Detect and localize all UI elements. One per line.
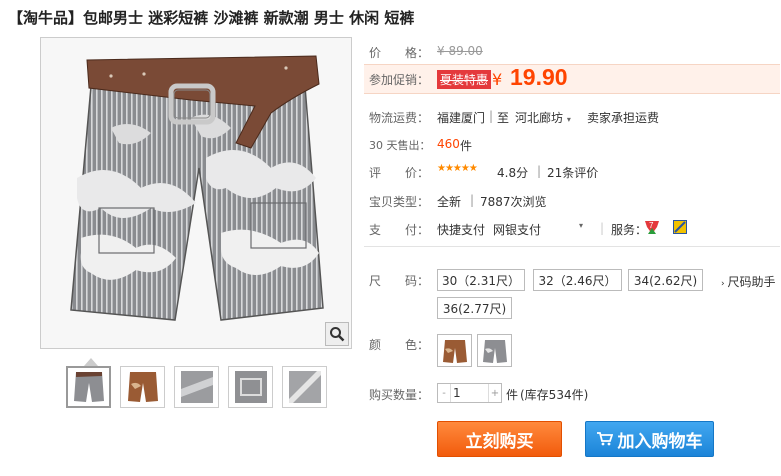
- color-option-brown[interactable]: [437, 334, 472, 367]
- stock-count: (库存534件): [520, 388, 589, 402]
- size-option-36[interactable]: 36(2.77尺): [437, 297, 512, 319]
- quantity-input[interactable]: 1: [453, 386, 461, 400]
- payment-label: 支 付：: [369, 223, 430, 237]
- rating-stars-icon: ★★★★★: [437, 163, 478, 174]
- add-to-cart-button[interactable]: 加入购物车: [585, 421, 714, 457]
- quantity-decrease-button[interactable]: -: [438, 384, 451, 402]
- color-label: 颜 色：: [369, 338, 430, 352]
- brown-shorts-swatch: [442, 339, 467, 363]
- guarantee-icon[interactable]: [673, 220, 687, 237]
- shipping-separator: |: [489, 109, 494, 123]
- thumbnail-detail-1[interactable]: [174, 366, 219, 408]
- rating-reviews-link[interactable]: 21条评价: [547, 164, 598, 181]
- thumbnail-detail-2[interactable]: [228, 366, 273, 408]
- quantity-label: 购买数量：: [369, 388, 430, 402]
- sales-label: 30 天售出：: [369, 139, 431, 152]
- promo-badge: 夏装特惠: [437, 70, 492, 89]
- type-separator: |: [470, 193, 475, 207]
- size-helper-link[interactable]: › 尺码助手: [721, 273, 775, 290]
- payment-dropdown-icon[interactable]: ▾: [579, 221, 583, 230]
- thumbnail-brown-shorts[interactable]: [120, 366, 165, 408]
- thumbnail-strip: [66, 366, 327, 408]
- size-option-32[interactable]: 32（2.46尺）: [533, 269, 622, 291]
- add-to-cart-label: 加入购物车: [617, 431, 703, 452]
- rating-separator: |: [537, 164, 542, 178]
- thumbnail-detail-3[interactable]: [282, 366, 327, 408]
- shipping-from: 福建厦门: [437, 111, 486, 125]
- size-label: 尺 码：: [369, 274, 430, 288]
- product-title: 【淘牛品】包邮男士 迷彩短裤 沙滩裤 新款潮 男士 休闲 短裤: [8, 9, 415, 27]
- promo-currency: ¥: [492, 70, 503, 89]
- service-label: 服务：: [611, 223, 648, 237]
- magnifier-icon: [330, 327, 345, 342]
- rating-label: 评 价：: [369, 166, 430, 180]
- thumbnail-grey-shorts[interactable]: [66, 366, 111, 408]
- cart-icon: [596, 432, 613, 446]
- sales-count: 460: [437, 137, 460, 151]
- payment-method-2: 网银支付: [493, 223, 542, 237]
- payment-separator: |: [600, 221, 605, 235]
- main-product-image[interactable]: [40, 37, 352, 349]
- size-option-30[interactable]: 30（2.31尺）: [437, 269, 525, 291]
- thumb-indicator-arrow: [84, 358, 98, 366]
- promo-price: 19.90: [510, 64, 568, 90]
- quantity-increase-button[interactable]: +: [488, 384, 501, 402]
- shipping-destination-select[interactable]: 河北廊坊 ▾: [515, 109, 571, 126]
- svg-text:7: 7: [649, 221, 654, 230]
- shipping-destination: 河北廊坊: [515, 111, 564, 125]
- shipping-note: 卖家承担运费: [587, 111, 660, 125]
- payment-method-1: 快捷支付: [437, 223, 486, 237]
- grey-shorts-swatch: [482, 339, 507, 363]
- size-helper-text: 尺码助手: [727, 275, 776, 289]
- shipping-label: 物流运费：: [369, 111, 430, 125]
- zoom-button[interactable]: [325, 322, 349, 346]
- seven-day-return-icon[interactable]: 7: [644, 219, 660, 238]
- shorts-image: [70, 55, 324, 321]
- chevron-down-icon: ▾: [566, 115, 571, 124]
- divider: [364, 246, 780, 247]
- view-count: 7887次浏览: [480, 195, 547, 209]
- promo-label: 参加促销：: [369, 73, 430, 87]
- type-value: 全新: [437, 195, 462, 209]
- price-label: 价 格：: [369, 46, 430, 60]
- quantity-unit: 件: [506, 388, 519, 402]
- quantity-stepper[interactable]: - 1 +: [437, 383, 502, 403]
- buy-now-button[interactable]: 立刻购买: [437, 421, 562, 457]
- sales-unit: 件: [460, 139, 473, 153]
- original-price: ¥ 89.00: [437, 44, 483, 58]
- size-option-34[interactable]: 34(2.62尺): [628, 269, 703, 291]
- rating-score: 4.8分: [497, 166, 529, 180]
- type-label: 宝贝类型：: [369, 195, 430, 209]
- color-option-grey[interactable]: [477, 334, 512, 367]
- shipping-to-prefix: 至: [497, 111, 510, 125]
